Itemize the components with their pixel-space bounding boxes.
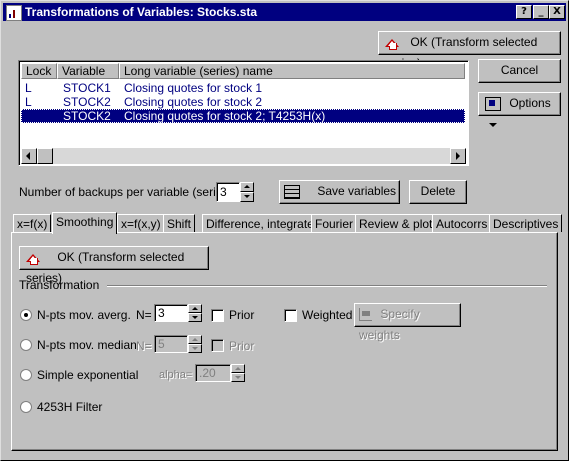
prior2-checkbox[interactable] <box>211 339 224 352</box>
smoothing-panel: OK (Transform selected series) Transform… <box>11 232 558 451</box>
radio-npts-mov-avg[interactable] <box>20 309 32 321</box>
scroll-thumb[interactable] <box>37 148 53 164</box>
npts-mov-avg-label[interactable]: N-pts mov. averg. <box>37 308 131 322</box>
stepper-down-icon[interactable] <box>188 313 202 322</box>
transformation-group-label: Transformation <box>19 278 100 292</box>
scroll-left-icon[interactable] <box>21 148 37 164</box>
tab-descriptives[interactable]: Descriptives <box>489 214 563 232</box>
n2-stepper[interactable] <box>188 335 202 353</box>
table-row-selected[interactable]: STOCK2 Closing quotes for stock 2; T4253… <box>21 109 465 123</box>
tab-review-plot[interactable]: Review & plot <box>355 214 437 232</box>
alpha-label: alpha= <box>159 369 193 381</box>
options-icon <box>485 96 501 111</box>
variable-cell: STOCK2 <box>63 95 111 109</box>
weighted-checkbox[interactable] <box>284 309 297 322</box>
variable-cell: STOCK2 <box>63 109 111 123</box>
group-divider <box>107 285 547 287</box>
stepper-down-icon[interactable] <box>188 344 202 353</box>
radio-npts-mov-median[interactable] <box>20 339 32 351</box>
weights-icon <box>359 308 372 322</box>
column-header-long-name[interactable]: Long variable (series) name <box>119 63 465 79</box>
backups-label: Number of backups per variable (series): <box>19 185 236 199</box>
column-header-lock[interactable]: Lock <box>21 63 57 79</box>
lock-cell: L <box>25 95 32 109</box>
column-header-variable[interactable]: Variable <box>57 63 119 79</box>
close-button[interactable]: X <box>549 5 565 19</box>
save-variables-button[interactable]: Save variables <box>279 180 400 204</box>
n-label: N= <box>136 308 152 322</box>
scroll-right-icon[interactable] <box>450 148 466 164</box>
tab-x-fx[interactable]: x=f(x) <box>13 214 52 232</box>
n-input[interactable]: 3 <box>154 304 188 322</box>
n2-label: N= <box>136 339 152 353</box>
stepper-down-icon[interactable] <box>240 192 254 202</box>
prior-checkbox[interactable] <box>211 309 224 322</box>
prior-label: Prior <box>229 308 255 322</box>
stepper-up-icon[interactable] <box>188 304 202 313</box>
minimize-button[interactable]: _ <box>533 5 549 19</box>
name-cell: Closing quotes for stock 1 <box>124 81 263 95</box>
name-cell: Closing quotes for stock 2; T4253H(x) <box>124 109 326 123</box>
stepper-up-icon[interactable] <box>231 364 245 373</box>
tab-shift[interactable]: Shift <box>163 214 196 232</box>
tab-fourier[interactable]: Fourier <box>311 214 358 232</box>
ok-transform-button-panel[interactable]: OK (Transform selected series) <box>19 246 209 285</box>
prior2-label: Prior <box>229 339 255 353</box>
help-button[interactable]: ? <box>516 5 532 19</box>
stepper-up-icon[interactable] <box>188 335 202 344</box>
table-row[interactable]: L STOCK1 Closing quotes for stock 1 <box>21 81 465 95</box>
options-label: Options <box>509 96 551 110</box>
alpha-stepper[interactable] <box>231 364 245 382</box>
lock-cell: L <box>25 81 32 95</box>
app-icon <box>6 5 22 21</box>
dialog-window: Transformations of Variables: Stocks.sta… <box>0 0 569 461</box>
horizontal-scrollbar[interactable] <box>21 148 466 164</box>
title-bar[interactable]: Transformations of Variables: Stocks.sta… <box>3 3 566 21</box>
delete-button[interactable]: Delete <box>409 180 467 204</box>
n2-input[interactable]: 5 <box>154 335 188 353</box>
backups-stepper[interactable] <box>240 182 254 202</box>
window-title: Transformations of Variables: Stocks.sta <box>25 5 258 19</box>
npts-mov-median-label[interactable]: N-pts mov. median <box>37 338 137 352</box>
ok-transform-button-top[interactable]: OK (Transform selected series) <box>378 31 561 70</box>
backups-input[interactable]: 3 <box>216 182 240 202</box>
up-arrow-icon <box>26 253 40 265</box>
tab-x-fxy[interactable]: x=f(x,y) <box>117 214 165 232</box>
dropdown-arrow-icon <box>489 122 497 127</box>
variable-cell: STOCK1 <box>63 81 111 95</box>
save-grid-icon <box>284 184 300 199</box>
simple-exponential-label[interactable]: Simple exponential <box>37 368 138 382</box>
cancel-button[interactable]: Cancel <box>478 59 561 83</box>
save-variables-label: Save variables <box>317 184 397 198</box>
stepper-down-icon[interactable] <box>231 373 245 382</box>
radio-simple-exponential[interactable] <box>20 369 32 381</box>
stepper-up-icon[interactable] <box>240 182 254 192</box>
variables-list[interactable]: Lock Variable Long variable (series) nam… <box>18 60 469 166</box>
options-button[interactable]: Options <box>478 92 561 127</box>
alpha-input[interactable]: .20 <box>195 364 231 382</box>
tab-smoothing[interactable]: Smoothing <box>52 212 117 234</box>
4253h-filter-label[interactable]: 4253H Filter <box>37 400 102 414</box>
name-cell: Closing quotes for stock 2 <box>124 95 263 109</box>
radio-4253h-filter[interactable] <box>20 401 32 413</box>
n-stepper[interactable] <box>188 304 202 322</box>
specify-weights-button[interactable]: Specify weights <box>354 303 461 342</box>
tab-autocorrs[interactable]: Autocorrs <box>432 214 492 232</box>
table-row[interactable]: L STOCK2 Closing quotes for stock 2 <box>21 95 465 109</box>
weighted-label: Weighted <box>302 308 353 322</box>
up-arrow-icon <box>385 38 399 50</box>
tab-difference-integrate[interactable]: Difference, integrate <box>202 214 318 232</box>
